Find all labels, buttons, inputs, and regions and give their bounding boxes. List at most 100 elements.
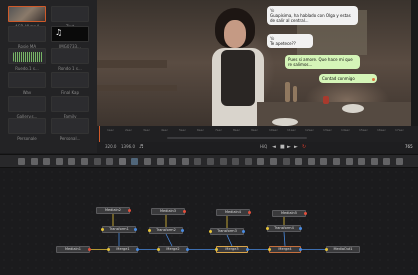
tool-icon[interactable] (18, 158, 25, 165)
speaker-icon[interactable]: ♬ (139, 144, 143, 150)
person-face (224, 20, 246, 48)
shelf (97, 60, 167, 68)
ruler-tick-label: 8sec (233, 128, 240, 132)
ruler-tick-label: 4sec (161, 128, 168, 132)
clip-thumbnail (51, 96, 89, 112)
media-clip[interactable]: Wav (8, 72, 46, 95)
node-merge2[interactable]: Merge2 (157, 246, 189, 253)
ruler-tick-label: 5sec (179, 128, 186, 132)
tool-icon[interactable] (55, 158, 63, 165)
tool-icon[interactable] (295, 158, 303, 165)
tool-icon[interactable] (370, 158, 378, 165)
tool-icon[interactable] (144, 158, 151, 165)
clip-thumbnail: ♫ (51, 26, 89, 42)
current-frame[interactable]: 765 (405, 144, 413, 149)
tool-icon[interactable] (358, 158, 366, 165)
clip-caption: Final Kap (60, 90, 80, 95)
tool-icon[interactable] (257, 158, 265, 165)
node-transform4[interactable]: Transform4 (266, 225, 302, 232)
tool-icon[interactable] (30, 158, 38, 165)
person-top (221, 50, 255, 106)
tool-icon[interactable] (320, 158, 328, 165)
tool-icon[interactable] (345, 158, 353, 165)
plate (272, 118, 298, 126)
node-editor[interactable]: MediaIn2 MediaIn3 MediaIn4 MediaIn5 Tran… (0, 168, 418, 275)
tool-icon[interactable] (43, 158, 51, 165)
ruler-tick-label: 17sec (395, 128, 404, 132)
tool-icon[interactable] (68, 158, 76, 165)
jar (323, 96, 329, 104)
transport-bar: 320.0 1396.0 ♬ HiQ ◄ ■ ► ► ↻ 765 (97, 142, 418, 153)
clip-thumbnail (8, 26, 46, 42)
node-mediain5[interactable]: MediaIn5 (272, 210, 307, 217)
node-mediaout1[interactable]: MediaOut1 (325, 246, 360, 253)
playhead[interactable] (99, 126, 100, 142)
range-bar[interactable] (167, 137, 307, 139)
media-clip[interactable]: Rondo 1 s... (51, 48, 89, 71)
tool-icon[interactable] (131, 158, 139, 165)
play-icon[interactable]: ► (287, 144, 291, 150)
shelf (97, 85, 177, 91)
tool-icon[interactable] (169, 158, 177, 165)
node-merge4[interactable]: Merge4 (268, 246, 302, 253)
tool-icon[interactable] (333, 158, 340, 165)
viewer[interactable]: Yo Guapísima, ha hablado con Olga y esta… (97, 0, 418, 126)
node-link (226, 234, 233, 247)
media-clip[interactable]: Final Kap (51, 72, 89, 95)
node-transform1[interactable]: Transform1 (101, 226, 137, 233)
node-merge3[interactable]: Merge3 (215, 246, 249, 253)
tool-icon[interactable] (270, 158, 277, 165)
tool-icon[interactable] (244, 158, 252, 165)
media-clip[interactable]: Personale (8, 118, 46, 141)
media-clip[interactable]: ♫ IMG0733... (51, 26, 89, 49)
clip-thumbnail (51, 72, 89, 88)
step-forward-icon[interactable]: ► (294, 144, 298, 150)
tool-bar (0, 154, 418, 168)
tool-icon[interactable] (307, 158, 315, 165)
node-mediain1-top[interactable]: MediaIn2 (96, 207, 131, 214)
time-ruler[interactable]: 1sec 2sec 3sec 4sec 5sec 6sec 7sec 8sec 9sec 10se… (97, 126, 418, 142)
step-back-icon[interactable]: ◄ (272, 144, 276, 150)
tool-icon[interactable] (232, 158, 240, 165)
tool-icon[interactable] (93, 158, 101, 165)
media-clip[interactable]: Ruedo.1 s... (8, 48, 46, 71)
tool-icon[interactable] (81, 158, 88, 165)
ruler-tick-label: 12sec (305, 128, 314, 132)
tool-icon[interactable] (383, 158, 391, 165)
clip-thumbnail (8, 96, 46, 112)
clip-thumbnail (51, 118, 89, 134)
tool-icon[interactable] (219, 158, 227, 165)
chat-bubble: Pues si amore. Que hace mi que re salimo… (285, 55, 360, 69)
clip-thumbnail (51, 48, 89, 64)
tool-icon[interactable] (118, 158, 126, 165)
node-mediain1[interactable]: MediaIn1 (56, 246, 91, 253)
music-note-icon: ♫ (55, 28, 63, 37)
hiq-toggle[interactable]: HiQ (260, 144, 267, 149)
viewer-side-panel (411, 0, 418, 126)
clip-thumbnail (8, 6, 46, 22)
node-mediain4[interactable]: MediaIn4 (216, 209, 251, 216)
tool-icon[interactable] (194, 158, 202, 165)
tool-icon[interactable] (282, 158, 290, 165)
tool-icon[interactable] (207, 158, 214, 165)
start-frame[interactable]: 320.0 (105, 144, 116, 149)
media-clip[interactable]: Gallery.s... (8, 96, 46, 119)
audio-waveform-icon (13, 52, 43, 62)
ruler-tick-label: 15sec (359, 128, 368, 132)
tool-icon[interactable] (181, 158, 189, 165)
node-transform2[interactable]: Transform2 (148, 227, 184, 234)
tool-icon[interactable] (396, 158, 403, 165)
media-clip[interactable]: Personal... (51, 118, 89, 141)
node-links (90, 214, 326, 250)
node-merge1[interactable]: Merge1 (107, 246, 139, 253)
node-mediain3[interactable]: MediaIn3 (151, 208, 186, 215)
end-frame[interactable]: 1396.0 (121, 144, 135, 149)
loop-icon[interactable]: ↻ (302, 144, 306, 150)
node-transform3[interactable]: Transform3 (209, 228, 245, 235)
stop-icon[interactable]: ■ (280, 144, 285, 150)
tool-icon[interactable] (106, 158, 114, 165)
tool-icon[interactable] (156, 158, 164, 165)
clip-thumbnail (8, 118, 46, 134)
media-clip[interactable]: Rosie MA (8, 26, 46, 49)
media-clip[interactable]: Family (51, 96, 89, 119)
